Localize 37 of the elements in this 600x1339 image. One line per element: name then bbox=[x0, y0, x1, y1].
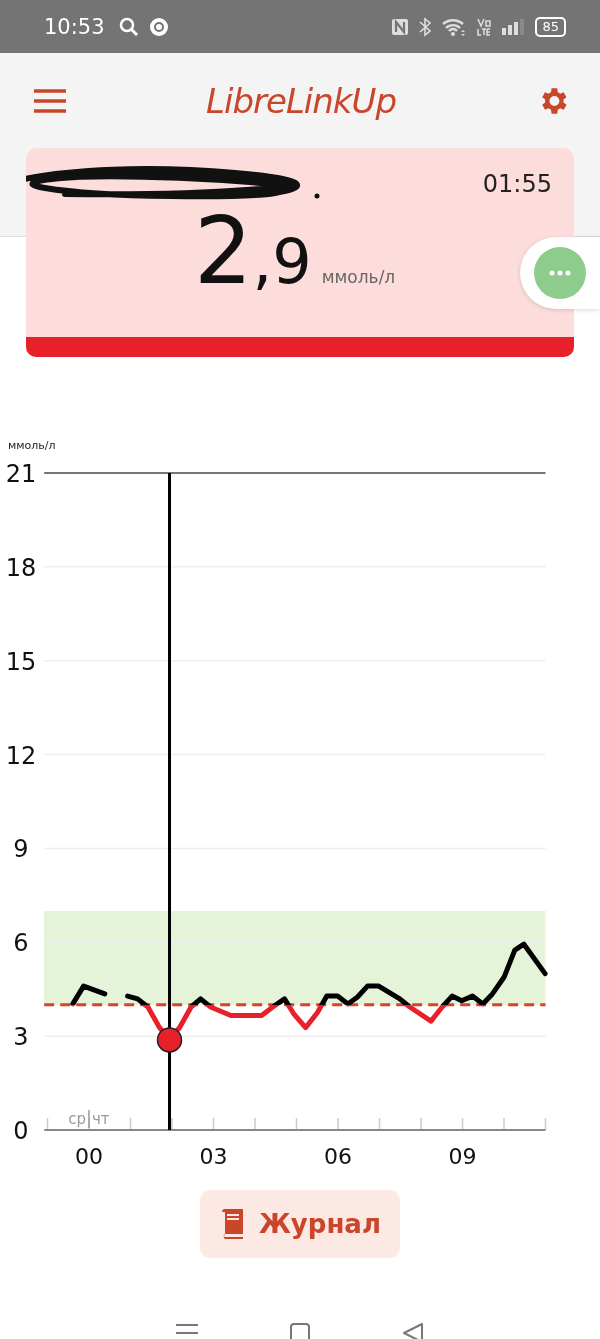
day-label: чт bbox=[92, 1110, 110, 1128]
wifi-icon bbox=[441, 16, 468, 37]
y-tick-label: 12 bbox=[5, 741, 37, 770]
nfc-icon bbox=[391, 17, 410, 36]
y-tick-label: 18 bbox=[5, 553, 37, 582]
y-tick-label: 6 bbox=[13, 929, 29, 958]
journal-button[interactable]: Журнал bbox=[200, 1190, 400, 1258]
app-title: LibreLinkUp bbox=[206, 80, 396, 121]
cursor-line[interactable] bbox=[168, 473, 171, 1130]
day-label: ср bbox=[68, 1110, 86, 1128]
battery-icon: 85 bbox=[535, 16, 566, 37]
y-tick-label: 9 bbox=[13, 835, 29, 864]
glucose-decimal: ,9 bbox=[252, 231, 312, 293]
book-icon bbox=[219, 1209, 245, 1239]
signal-icon bbox=[501, 17, 526, 36]
reading-time: 01:55 bbox=[482, 170, 552, 198]
x-tick-label: 00 bbox=[75, 1144, 103, 1168]
x-tick-label: 09 bbox=[448, 1144, 477, 1168]
x-tick-label: 06 bbox=[324, 1144, 352, 1168]
y-tick-label: 3 bbox=[13, 1023, 29, 1052]
x-tick-label: 03 bbox=[199, 1144, 228, 1168]
search-icon bbox=[118, 16, 139, 37]
y-axis-unit: ммоль/л bbox=[8, 439, 56, 452]
selected-point bbox=[156, 1027, 183, 1053]
dots-icon bbox=[549, 270, 571, 276]
back-button[interactable] bbox=[402, 1322, 425, 1339]
menu-icon bbox=[34, 88, 66, 113]
y-tick-label: 15 bbox=[5, 647, 37, 676]
y-tick-label: 21 bbox=[5, 460, 37, 488]
volte-icon bbox=[477, 16, 492, 37]
status-time: 10:53 bbox=[44, 14, 105, 39]
disc-icon bbox=[148, 16, 169, 37]
glucose-unit: ммоль/л bbox=[321, 267, 396, 287]
y-tick-label: 0 bbox=[13, 1117, 29, 1145]
glucose-value: 2 bbox=[194, 206, 253, 298]
bluetooth-icon bbox=[419, 16, 432, 37]
home-button[interactable] bbox=[289, 1322, 311, 1339]
